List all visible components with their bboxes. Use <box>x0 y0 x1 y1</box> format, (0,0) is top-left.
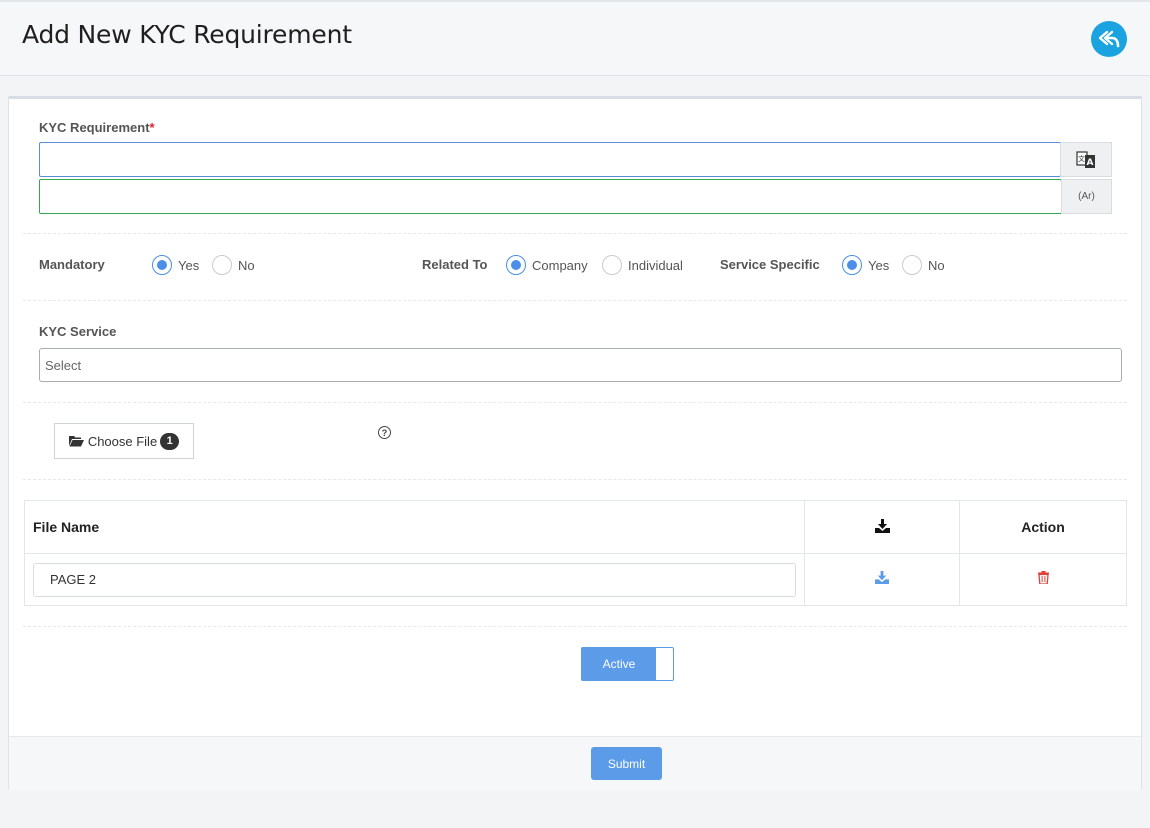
service-specific-no-label: No <box>928 257 945 273</box>
arabic-addon: (Ar) <box>1061 179 1112 214</box>
kyc-service-label: KYC Service <box>39 324 117 339</box>
svg-text:A: A <box>1087 158 1094 168</box>
divider <box>23 402 1127 403</box>
choose-file-label: Choose File <box>87 433 158 449</box>
submit-button[interactable]: Submit <box>591 747 662 780</box>
related-company-radio[interactable] <box>506 255 526 275</box>
file-name-header: File Name <box>24 500 805 554</box>
mandatory-yes-option[interactable]: Yes <box>152 255 199 275</box>
page-header: Add New KYC Requirement <box>0 0 1150 76</box>
kyc-requirement-arabic-input[interactable] <box>39 179 1062 214</box>
related-company-option[interactable]: Company <box>506 255 588 275</box>
form-card: KYC Requirement* A 文 (Ar) Mandatory Yes … <box>8 96 1142 790</box>
service-specific-yes-label: Yes <box>868 257 890 273</box>
related-company-label: Company <box>532 257 588 273</box>
back-button[interactable] <box>1091 21 1127 57</box>
card-footer: Submit <box>9 736 1141 790</box>
service-specific-no-radio[interactable] <box>902 255 922 275</box>
table-row: PAGE 2 <box>24 553 1127 606</box>
active-toggle[interactable]: Active <box>581 647 674 681</box>
svg-text:文: 文 <box>1078 154 1085 163</box>
download-cell <box>804 553 960 606</box>
mandatory-no-radio[interactable] <box>212 255 232 275</box>
translate-icon: A 文 <box>1076 150 1095 168</box>
download-header <box>804 500 960 554</box>
download-icon[interactable] <box>875 570 889 584</box>
related-to-label: Related To <box>422 257 488 272</box>
mandatory-label: Mandatory <box>39 257 105 272</box>
action-header: Action <box>959 500 1127 554</box>
file-count-badge: 1 <box>160 432 180 450</box>
related-individual-option[interactable]: Individual <box>602 255 683 275</box>
page-title: Add New KYC Requirement <box>22 20 352 49</box>
kyc-requirement-label-text: KYC Requirement <box>39 120 150 135</box>
mandatory-yes-label: Yes <box>178 257 200 273</box>
kyc-requirement-english-input[interactable] <box>39 142 1061 177</box>
service-specific-label: Service Specific <box>720 257 820 272</box>
required-marker: * <box>149 120 155 135</box>
folder-open-icon <box>68 436 84 447</box>
mandatory-no-label: No <box>238 257 255 273</box>
file-name-cell: PAGE 2 <box>24 553 805 606</box>
reply-all-icon <box>1098 30 1120 48</box>
divider <box>23 626 1127 627</box>
active-toggle-label: Active <box>582 648 656 680</box>
action-cell <box>959 553 1127 606</box>
choose-file-button[interactable]: Choose File 1 <box>54 423 194 459</box>
mandatory-yes-radio[interactable] <box>152 255 172 275</box>
file-table: File Name Action PAGE 2 <box>24 500 1127 606</box>
download-icon <box>874 518 890 533</box>
divider <box>23 233 1127 234</box>
file-name-field[interactable]: PAGE 2 <box>33 562 796 597</box>
question-circle-icon[interactable]: ? <box>378 426 391 439</box>
trash-icon[interactable] <box>1037 570 1049 585</box>
service-specific-no-option[interactable]: No <box>902 255 945 275</box>
table-header-row: File Name Action <box>24 500 1127 554</box>
divider <box>23 479 1127 480</box>
kyc-service-select[interactable]: Select <box>39 348 1122 382</box>
related-individual-label: Individual <box>628 257 683 273</box>
translate-button[interactable]: A 文 <box>1060 142 1112 177</box>
mandatory-no-option[interactable]: No <box>212 255 255 275</box>
kyc-requirement-label: KYC Requirement* <box>39 120 155 135</box>
service-specific-yes-radio[interactable] <box>842 255 862 275</box>
related-individual-radio[interactable] <box>602 255 622 275</box>
divider <box>23 300 1127 301</box>
service-specific-yes-option[interactable]: Yes <box>842 255 889 275</box>
